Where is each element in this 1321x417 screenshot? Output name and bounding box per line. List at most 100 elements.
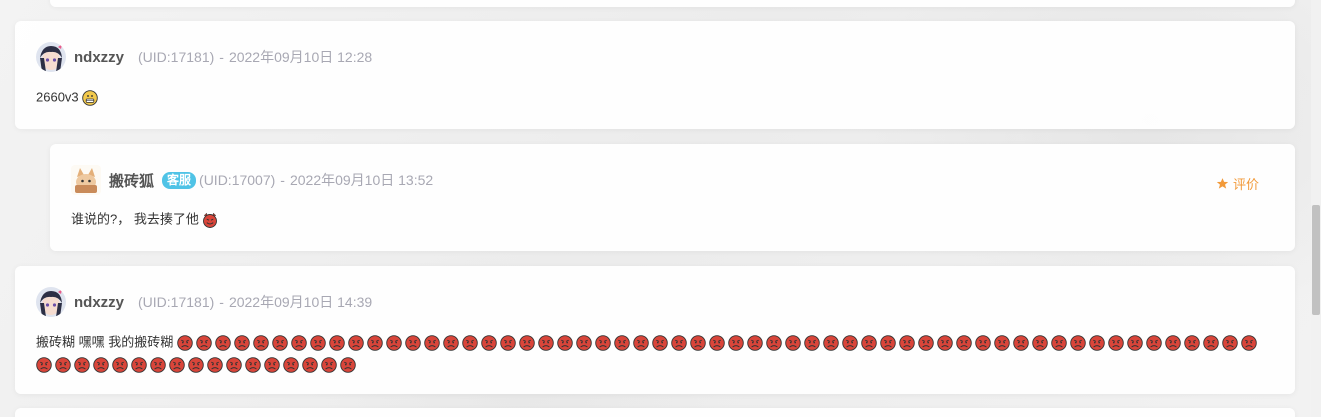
angry-face-emoji <box>150 357 166 373</box>
angry-face-emoji <box>709 334 725 351</box>
angry-face-emoji <box>1127 334 1143 351</box>
angry-face-emoji <box>1070 334 1086 351</box>
staff-badge: 客服 <box>162 171 197 189</box>
user-uid: (UID:17007) <box>199 172 276 188</box>
angry-face-emoji <box>443 334 459 351</box>
angry-face-emoji <box>291 334 307 351</box>
angry-face-emoji <box>112 357 128 373</box>
scrollbar[interactable] <box>1311 0 1321 417</box>
comment-text: 2660v3 <box>36 89 79 105</box>
angry-face-emoji <box>55 357 71 373</box>
angry-face-emoji <box>728 334 744 351</box>
angry-face-emoji <box>519 334 535 351</box>
smiling-imp-emoji <box>202 212 218 228</box>
comment-meta: 搬砖狐 客服 (UID:17007) - 2022年09月10日 13:52 <box>71 165 433 195</box>
meta-separator: - <box>280 172 285 188</box>
angry-face-emoji <box>1203 334 1219 351</box>
angry-face-emoji <box>264 357 280 373</box>
star-icon <box>1216 178 1229 189</box>
username[interactable]: ndxzzy <box>74 294 124 311</box>
angry-face-emoji <box>348 334 364 351</box>
angry-face-emoji <box>188 357 204 373</box>
comment-card: ndxzzy (UID:17181) - 2022年09月10日 14:39 搬… <box>15 266 1295 394</box>
angry-face-emoji <box>272 334 288 351</box>
angry-face-emoji <box>918 334 934 351</box>
angry-face-emoji <box>207 357 223 373</box>
angry-face-emoji <box>329 334 345 351</box>
angry-face-emoji <box>880 334 896 351</box>
angry-face-emoji <box>557 334 573 351</box>
meta-separator: - <box>219 49 224 65</box>
angry-face-emoji <box>310 334 326 351</box>
angry-face-emoji <box>614 334 630 351</box>
angry-face-emoji <box>169 357 185 373</box>
angry-face-emoji <box>196 334 212 351</box>
angry-face-emoji <box>405 334 421 351</box>
angry-face-emoji <box>340 357 356 373</box>
comment-card: ndxzzy (UID:17181) - 2022年09月10日 12:28 2… <box>15 21 1295 129</box>
comment-text: 搬砖糊 嘿嘿 我的搬砖糊 <box>36 334 174 350</box>
avatar[interactable] <box>36 287 66 317</box>
angry-face-emoji <box>1051 334 1067 351</box>
angry-face-emoji <box>74 357 90 373</box>
angry-face-emoji <box>93 357 109 373</box>
angry-face-emoji <box>861 334 877 351</box>
grimace-face-emoji <box>82 89 99 106</box>
angry-face-emoji <box>367 334 383 351</box>
comment-card-partial-top <box>50 0 1295 7</box>
angry-face-emoji <box>804 334 820 351</box>
angry-face-emoji <box>1241 334 1257 351</box>
rate-label: 评价 <box>1232 177 1259 192</box>
avatar[interactable] <box>36 42 66 72</box>
angry-face-emoji <box>462 334 478 351</box>
angry-face-emoji <box>1165 334 1181 351</box>
angry-face-emoji <box>283 357 299 373</box>
angry-face-emoji <box>842 334 858 351</box>
angry-face-emoji <box>1108 334 1124 351</box>
username[interactable]: 搬砖狐 <box>109 170 154 191</box>
angry-face-emoji <box>36 357 52 373</box>
username[interactable]: ndxzzy <box>74 49 124 66</box>
angry-face-emoji <box>1089 334 1105 351</box>
comment-meta: ndxzzy (UID:17181) - 2022年09月10日 14:39 <box>36 287 372 317</box>
angry-face-emoji <box>975 334 991 351</box>
angry-face-emoji <box>595 334 611 351</box>
angry-face-emoji <box>994 334 1010 351</box>
user-uid: (UID:17181) <box>138 294 215 310</box>
angry-face-emoji <box>652 334 668 351</box>
angry-face-emoji <box>302 357 318 373</box>
rate-button[interactable]: 评价 <box>1216 174 1259 193</box>
angry-face-emoji <box>245 357 261 373</box>
avatar[interactable] <box>71 165 101 195</box>
comment-meta: ndxzzy (UID:17181) - 2022年09月10日 12:28 <box>36 42 372 72</box>
comment-content: 2660v3 <box>36 86 101 109</box>
angry-face-emoji <box>1032 334 1048 351</box>
angry-face-emoji <box>671 334 687 351</box>
angry-face-emoji <box>1146 334 1162 351</box>
scrollbar-thumb[interactable] <box>1312 205 1320 315</box>
angry-face-emoji <box>899 334 915 351</box>
angry-face-emoji <box>386 334 402 351</box>
angry-face-emoji <box>576 334 592 351</box>
angry-face-emoji <box>253 334 269 351</box>
angry-face-emoji <box>747 334 763 351</box>
timestamp: 2022年09月10日 12:28 <box>228 49 373 65</box>
angry-face-emoji <box>424 334 440 351</box>
angry-face-emoji <box>234 334 250 351</box>
angry-face-emoji <box>481 334 497 351</box>
angry-face-emoji <box>131 357 147 373</box>
angry-face-emoji <box>538 334 554 351</box>
angry-face-emoji <box>1013 334 1029 351</box>
angry-face-emoji <box>215 334 231 351</box>
angry-face-emoji <box>1222 334 1238 351</box>
comment-card-partial-bottom <box>15 408 1295 417</box>
angry-face-emoji <box>633 334 649 351</box>
angry-face-emoji <box>956 334 972 351</box>
reply-card: 搬砖狐 客服 (UID:17007) - 2022年09月10日 13:52 评… <box>50 144 1295 251</box>
angry-face-emoji <box>177 334 193 351</box>
meta-separator: - <box>219 294 224 310</box>
timestamp: 2022年09月10日 13:52 <box>289 172 434 188</box>
angry-face-emoji <box>937 334 953 351</box>
comment-content: 搬砖糊 嘿嘿 我的搬砖糊 <box>36 331 1276 376</box>
angry-face-emoji <box>823 334 839 351</box>
